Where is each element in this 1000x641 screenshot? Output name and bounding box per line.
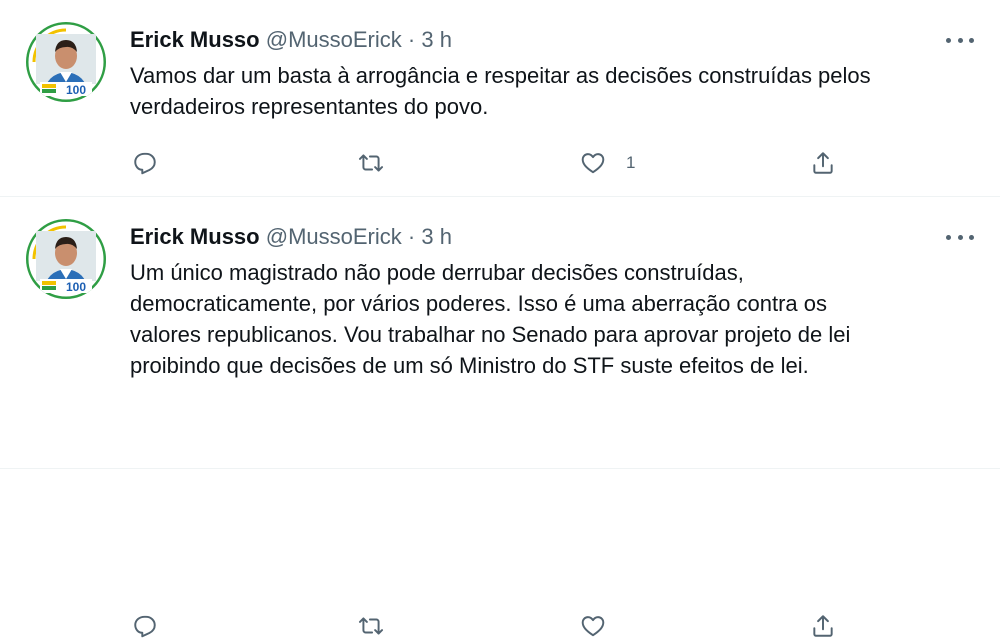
author-name[interactable]: Erick Musso (130, 27, 260, 52)
avatar[interactable]: 100 (26, 22, 106, 102)
author-handle[interactable]: @MussoErick (266, 224, 402, 249)
reply-icon (134, 615, 156, 638)
tweet-text-line: democraticamente, por vários poderes. Is… (130, 291, 828, 316)
like-icon (581, 616, 605, 637)
author-name[interactable]: Erick Musso (130, 224, 260, 249)
tweet-text: Um único magistrado não pode derrubar de… (130, 257, 980, 381)
like-button[interactable]: 1 (580, 148, 635, 178)
share-button[interactable] (810, 148, 836, 178)
tweet[interactable]: 100 Erick Musso @MussoErick · 3 h Vamos … (0, 0, 1000, 197)
separator-dot: · (407, 224, 416, 249)
tweet-text-line: verdadeiros representantes do povo. (130, 94, 489, 119)
tweet-timestamp[interactable]: 3 h (421, 224, 452, 249)
tweet-text-line: Vamos dar um basta à arrogância e respei… (130, 63, 871, 88)
avatar-badge-text: 100 (66, 83, 86, 97)
tweet-actions (130, 611, 850, 641)
retweet-icon (358, 617, 384, 635)
like-button[interactable] (580, 611, 606, 641)
reply-button[interactable] (132, 148, 158, 178)
tweet-text-line: Um único magistrado não pode derrubar de… (130, 260, 744, 285)
like-count: 1 (626, 153, 636, 172)
more-icon[interactable] (946, 30, 974, 50)
tweet-text-line: valores republicanos. Vou trabalhar no S… (130, 322, 851, 347)
tweet-text-line: proibindo que decisões de um só Ministro… (130, 353, 809, 378)
tweet-actions: 1 (130, 148, 850, 178)
avatar-badge-text: 100 (66, 280, 86, 294)
tweet-header: Erick Musso @MussoErick · 3 h (130, 223, 452, 251)
share-icon (813, 152, 833, 174)
retweet-button[interactable] (358, 611, 384, 641)
author-handle[interactable]: @MussoErick (266, 27, 402, 52)
tweet-header: Erick Musso @MussoErick · 3 h (130, 26, 452, 54)
retweet-button[interactable] (358, 148, 384, 178)
more-icon[interactable] (946, 227, 974, 247)
tweet-text: Vamos dar um basta à arrogância e respei… (130, 60, 980, 122)
separator-dot: · (407, 27, 416, 52)
share-button[interactable] (810, 611, 836, 641)
reply-button[interactable] (132, 611, 158, 641)
like-icon (581, 153, 605, 174)
retweet-icon (358, 154, 384, 172)
avatar[interactable]: 100 (26, 219, 106, 299)
tweet-timestamp[interactable]: 3 h (421, 27, 452, 52)
reply-icon (134, 152, 156, 175)
tweet[interactable]: 100 Erick Musso @MussoErick · 3 h Um úni… (0, 197, 1000, 638)
share-icon (813, 615, 833, 637)
